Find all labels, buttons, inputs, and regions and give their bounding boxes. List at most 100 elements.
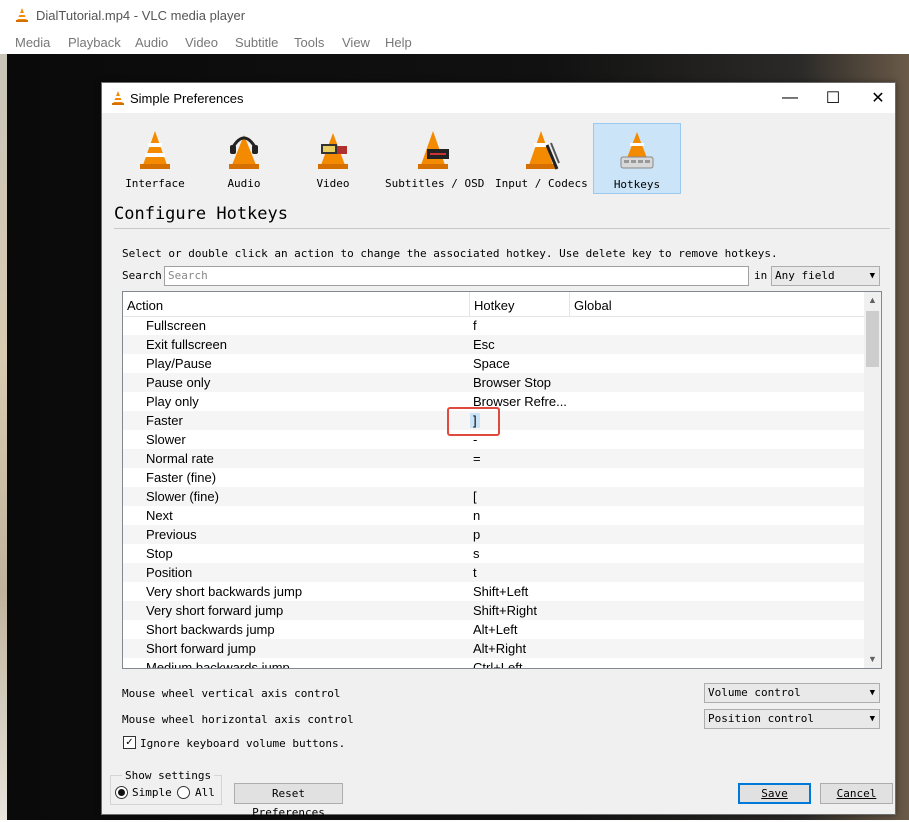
row-action: Exit fullscreen — [146, 337, 227, 352]
row-action: Play/Pause — [146, 356, 212, 371]
table-row[interactable]: Next n — [123, 506, 864, 525]
row-hotkey[interactable]: t — [473, 565, 569, 580]
scrollbar-thumb[interactable] — [866, 311, 879, 367]
column-separator[interactable] — [469, 292, 470, 316]
table-row[interactable]: Short backwards jump Alt+Left — [123, 620, 864, 639]
simple-radio-label: Simple — [132, 786, 172, 799]
menu-help[interactable]: Help — [385, 35, 412, 50]
category-hotkeys-label: Hotkeys — [613, 178, 661, 191]
table-body: Fullscreen f Exit fullscreen Esc Play/Paus… — [123, 316, 864, 669]
category-interface[interactable]: Interface — [119, 123, 191, 192]
maximize-button[interactable]: ☐ — [810, 83, 856, 113]
table-row[interactable]: Slower (fine) [ — [123, 487, 864, 506]
close-button[interactable]: ✕ — [855, 83, 901, 113]
save-button-label: Save — [761, 787, 788, 800]
menu-tools[interactable]: Tools — [294, 35, 324, 50]
table-header: Action Hotkey Global — [123, 292, 864, 317]
row-action: Slower (fine) — [146, 489, 219, 504]
search-scope-select[interactable]: Any field ▼ — [771, 266, 880, 286]
row-hotkey[interactable]: Alt+Left — [473, 622, 569, 637]
cancel-button[interactable]: Cancel — [820, 783, 893, 804]
search-input[interactable]: Search — [164, 266, 749, 286]
divider — [114, 228, 890, 229]
all-radio[interactable] — [177, 786, 190, 799]
category-audio[interactable]: Audio — [209, 123, 279, 192]
row-action: Pause only — [146, 375, 211, 390]
preferences-dialog: Simple Preferences — ☐ ✕ Interface Audio… — [101, 82, 896, 819]
all-radio-label: All — [195, 786, 215, 799]
ignore-volume-checkbox[interactable]: ✓ — [123, 736, 136, 749]
dialog-titlebar[interactable]: Simple Preferences — ☐ ✕ — [102, 83, 895, 113]
row-action: Slower — [146, 432, 186, 447]
table-row[interactable]: Normal rate = — [123, 449, 864, 468]
menu-view[interactable]: View — [342, 35, 370, 50]
row-hotkey[interactable]: Ctrl+Left — [473, 660, 569, 668]
column-hotkey[interactable]: Hotkey — [474, 298, 514, 313]
mouse-horizontal-value: Position control — [708, 712, 814, 725]
mouse-horizontal-select[interactable]: Position control ▼ — [704, 709, 880, 729]
row-hotkey[interactable]: s — [473, 546, 569, 561]
category-subtitles-label: Subtitles / OSD — [385, 177, 485, 190]
table-row[interactable]: Previous p — [123, 525, 864, 544]
row-action: Faster — [146, 413, 183, 428]
menu-subtitle[interactable]: Subtitle — [235, 35, 278, 50]
codecs-cone-icon — [526, 131, 560, 170]
hotkeys-table[interactable]: Action Hotkey Global Fullscreen f Exit fu… — [122, 291, 882, 669]
table-row[interactable]: Pause only Browser Stop — [123, 373, 864, 392]
table-row[interactable]: Exit fullscreen Esc — [123, 335, 864, 354]
category-subtitles-osd[interactable]: Subtitles / OSD — [385, 123, 485, 192]
row-hotkey[interactable]: Alt+Right — [473, 641, 569, 656]
row-action: Medium backwards jump — [146, 660, 290, 669]
table-row[interactable]: Very short forward jump Shift+Right — [123, 601, 864, 620]
minimize-button[interactable]: — — [767, 83, 813, 113]
row-action: Next — [146, 508, 173, 523]
row-action: Position — [146, 565, 193, 580]
row-hotkey[interactable]: f — [473, 318, 569, 333]
vlc-icon — [16, 8, 28, 22]
menu-video[interactable]: Video — [185, 35, 218, 50]
vlc-cone-icon — [140, 131, 170, 169]
menu-playback[interactable]: Playback — [68, 35, 121, 50]
table-row[interactable]: Play/Pause Space — [123, 354, 864, 373]
table-row[interactable]: Position t — [123, 563, 864, 582]
mouse-vertical-label: Mouse wheel vertical axis control — [122, 687, 341, 700]
row-action: Faster (fine) — [146, 470, 217, 485]
category-hotkeys[interactable]: Hotkeys — [593, 123, 681, 194]
main-window-title: DialTutorial.mp4 - VLC media player — [36, 8, 246, 23]
table-row[interactable]: Faster (fine) — [123, 468, 864, 487]
row-hotkey[interactable]: = — [473, 451, 569, 466]
save-button[interactable]: Save — [738, 783, 811, 804]
row-hotkey[interactable]: Shift+Left — [473, 584, 569, 599]
row-hotkey[interactable]: Browser Stop — [473, 375, 569, 390]
scroll-down-icon[interactable]: ▼ — [864, 651, 881, 668]
table-row[interactable]: Fullscreen f — [123, 316, 864, 335]
mouse-vertical-value: Volume control — [708, 686, 801, 699]
table-scrollbar[interactable]: ▲ ▼ — [864, 292, 881, 668]
column-global[interactable]: Global — [574, 298, 612, 313]
row-hotkey[interactable]: Shift+Right — [473, 603, 569, 618]
vlc-icon — [112, 91, 124, 105]
row-hotkey[interactable]: p — [473, 527, 569, 542]
scroll-up-icon[interactable]: ▲ — [864, 292, 881, 309]
table-row[interactable]: Very short backwards jump Shift+Left — [123, 582, 864, 601]
row-hotkey[interactable]: [ — [473, 489, 569, 504]
mouse-vertical-select[interactable]: Volume control ▼ — [704, 683, 880, 703]
row-action: Short backwards jump — [146, 622, 275, 637]
menu-audio[interactable]: Audio — [135, 35, 168, 50]
row-hotkey[interactable]: n — [473, 508, 569, 523]
row-action: Previous — [146, 527, 197, 542]
simple-radio[interactable] — [115, 786, 128, 799]
category-video[interactable]: Video — [298, 123, 368, 192]
reset-preferences-button[interactable]: Reset Preferences — [234, 783, 343, 819]
row-hotkey[interactable]: Esc — [473, 337, 569, 352]
row-hotkey[interactable]: Space — [473, 356, 569, 371]
column-separator[interactable] — [569, 292, 570, 316]
row-action: Stop — [146, 546, 173, 561]
table-row[interactable]: Short forward jump Alt+Right — [123, 639, 864, 658]
category-input-codecs[interactable]: Input / Codecs — [495, 123, 588, 192]
row-action: Play only — [146, 394, 199, 409]
menu-media[interactable]: Media — [15, 35, 50, 50]
table-row[interactable]: Stop s — [123, 544, 864, 563]
table-row[interactable]: Medium backwards jump Ctrl+Left — [123, 658, 864, 669]
column-action[interactable]: Action — [127, 298, 163, 313]
